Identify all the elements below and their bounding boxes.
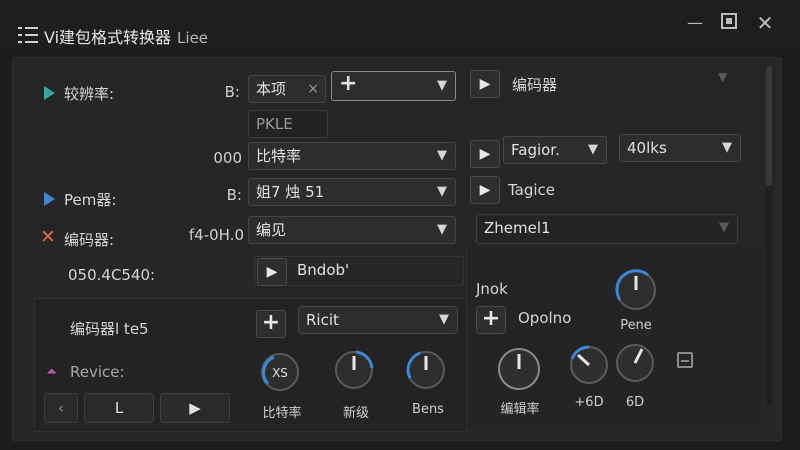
- encoder-select[interactable]: 编见 ▼: [248, 216, 456, 244]
- nav-left-button[interactable]: L: [84, 393, 154, 423]
- add-button[interactable]: +: [256, 310, 286, 338]
- knob[interactable]: [496, 346, 542, 392]
- plus-icon: +: [339, 71, 358, 96]
- speed-select[interactable]: 40lks ▼: [619, 134, 741, 162]
- pem-value: 姐7 烛 51: [256, 183, 325, 201]
- fagior-select[interactable]: Fagior. ▼: [503, 136, 607, 164]
- output-header: Jnok: [476, 280, 508, 298]
- bitrate-prefix: 000: [213, 149, 242, 167]
- chevron-down-icon: ▼: [719, 220, 729, 235]
- resolution-prefix: B:: [224, 83, 240, 101]
- revice-label: Revice:: [70, 363, 125, 381]
- window-title: Vi建包格式转换器 Liee: [44, 24, 208, 48]
- play-button-3[interactable]: ▶: [470, 176, 500, 204]
- encoder-prefix: f4-0H.0: [188, 226, 244, 244]
- chevron-down-icon: ▼: [437, 184, 447, 199]
- chevron-down-icon: ▼: [437, 78, 447, 93]
- add-preset-select[interactable]: + ▼: [331, 71, 456, 101]
- play-button[interactable]: ▶: [470, 70, 500, 98]
- title-bar: Vi建包格式转换器 Liee — ✕: [0, 0, 800, 52]
- knob-text: XS: [272, 366, 288, 380]
- knob[interactable]: [614, 342, 656, 384]
- window-title-sub: Liee: [177, 29, 209, 47]
- close-button[interactable]: ✕: [754, 12, 776, 34]
- chevron-down-icon: ▼: [588, 142, 598, 157]
- opolno-label: Opolno: [518, 309, 572, 327]
- clear-icon[interactable]: ×: [307, 76, 319, 102]
- ricit-value: Ricit: [306, 311, 339, 329]
- export-icon[interactable]: [677, 352, 693, 368]
- speed-value: 40lks: [627, 139, 667, 157]
- fagior-value: Fagior.: [511, 141, 560, 159]
- knob[interactable]: [568, 344, 610, 386]
- code-label: 050.4C540:: [68, 266, 156, 284]
- add-button[interactable]: +: [476, 306, 506, 334]
- window-title-text: Vi建包格式转换器: [44, 28, 172, 47]
- play-button-2[interactable]: ▶: [470, 140, 500, 168]
- app-window: Vi建包格式转换器 Liee — ✕ ▼ 较辨率: B: 本项 × + ▼ ▶ 编…: [0, 0, 800, 450]
- maximize-icon: [721, 13, 737, 29]
- maximize-button[interactable]: [718, 12, 740, 34]
- bndob-label: Bndob': [297, 261, 350, 279]
- bitrate-value: 比特率: [256, 147, 302, 165]
- knob[interactable]: [614, 268, 658, 312]
- minimize-button[interactable]: —: [684, 12, 706, 34]
- encoder-value: 编见: [256, 221, 287, 239]
- chevron-down-icon: ▼: [439, 312, 449, 327]
- chevron-down-icon: ▼: [437, 222, 447, 237]
- zhemel-value: Zhemel1: [484, 219, 551, 237]
- nav-play-button[interactable]: ▶: [160, 393, 230, 423]
- tagice-label: Tagice: [508, 181, 556, 199]
- chevron-up-icon[interactable]: ⏶: [46, 364, 57, 380]
- close-icon[interactable]: ✕: [40, 226, 56, 248]
- bitrate-select[interactable]: 比特率 ▼: [248, 142, 456, 170]
- pem-select[interactable]: 姐7 烛 51 ▼: [248, 178, 456, 206]
- zhemel-select[interactable]: Zhemel1 ▼: [476, 214, 738, 244]
- menu-icon[interactable]: [18, 27, 38, 43]
- chevron-down-icon: ▼: [437, 148, 447, 163]
- resolution-value: 本项: [256, 80, 287, 98]
- encoder-button-label: 编码器: [512, 76, 558, 94]
- nav-first-button[interactable]: ‹: [44, 393, 78, 423]
- knob-label: +6D: [574, 395, 604, 410]
- collapse-chevron-icon[interactable]: ▼: [718, 70, 727, 84]
- knob-label: Bens: [412, 402, 444, 417]
- hint-field[interactable]: PKLE: [248, 110, 328, 138]
- play-icon: [44, 86, 55, 100]
- bndob-button[interactable]: ▶ Bndob': [254, 256, 464, 286]
- ricit-select[interactable]: Ricit ▼: [298, 306, 458, 334]
- knob-label: 6D: [625, 395, 645, 410]
- knob-label: Pene: [620, 318, 652, 333]
- knob-label: 比特率: [262, 406, 302, 421]
- resolution-field[interactable]: 本项 ×: [248, 75, 326, 103]
- play-icon: ▶: [257, 258, 287, 286]
- knob[interactable]: XS: [260, 352, 300, 392]
- knob[interactable]: [334, 350, 374, 390]
- encoder-sub-label: 编码器l te5: [70, 320, 149, 338]
- scrollbar-thumb[interactable]: [766, 66, 772, 186]
- pem-prefix: B:: [226, 186, 242, 204]
- encoder-label: 编码器:: [64, 231, 115, 249]
- knob-label: 新级: [342, 406, 369, 421]
- pem-label: Pem器:: [64, 191, 117, 209]
- knob-label: 编辑率: [500, 402, 540, 417]
- chevron-down-icon: ▼: [722, 140, 732, 155]
- play-icon-blue: [44, 192, 55, 206]
- knob[interactable]: [406, 350, 446, 390]
- resolution-label: 较辨率:: [64, 85, 115, 103]
